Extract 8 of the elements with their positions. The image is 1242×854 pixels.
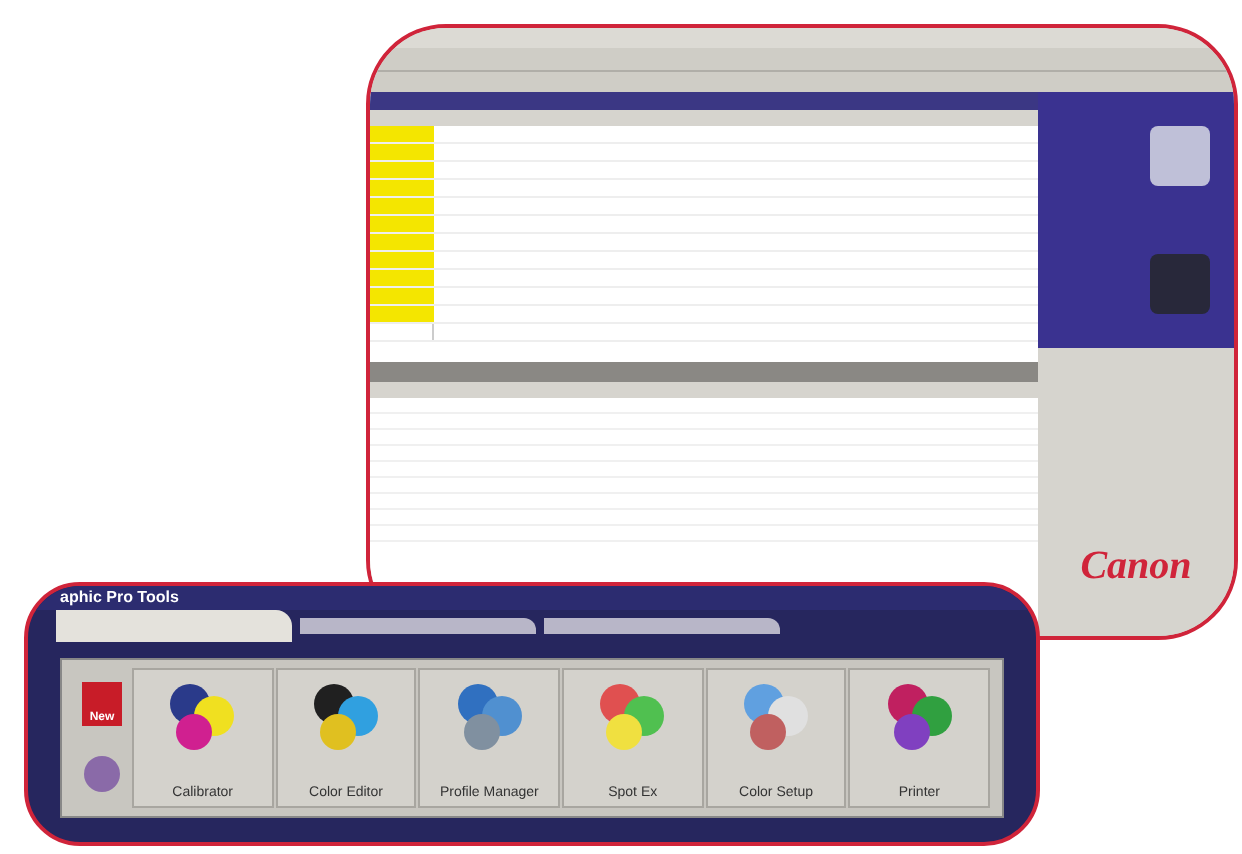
sphere-icon — [82, 754, 122, 794]
photo-placeholder — [1150, 126, 1210, 186]
photo-placeholder — [1150, 254, 1210, 314]
tab[interactable] — [544, 618, 780, 634]
window-title: aphic Pro Tools — [60, 590, 179, 606]
tab[interactable] — [56, 610, 292, 642]
logo: Canon — [1080, 542, 1192, 592]
tab[interactable] — [300, 618, 536, 634]
